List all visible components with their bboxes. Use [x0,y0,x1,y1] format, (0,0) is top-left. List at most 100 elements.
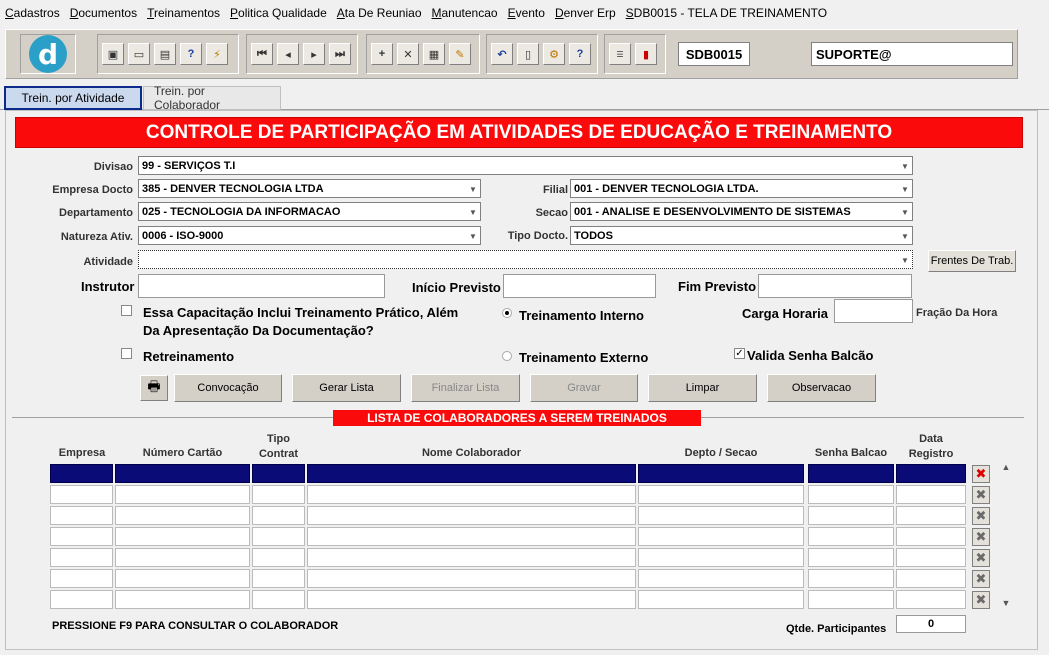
cell-nome-colaborador[interactable] [307,569,636,588]
chevron-down-icon[interactable]: ▼ [900,254,910,266]
menu-manutencao[interactable]: Manutencao [432,6,498,20]
first-record-icon[interactable]: ⏮ [251,43,273,65]
cell-empresa[interactable] [50,506,113,525]
chevron-down-icon[interactable]: ▼ [468,206,478,218]
chevron-down-icon[interactable]: ▼ [900,230,910,242]
filial-select[interactable]: 001 - DENVER TECNOLOGIA LTDA. ▼ [570,179,913,198]
menu-icon[interactable]: ☰ [609,43,631,65]
instrutor-input[interactable] [138,274,385,298]
gravar-button[interactable]: Gravar [530,374,638,402]
delete-row-icon[interactable]: ✖ [972,486,990,504]
menu-cadastros[interactable]: Cadastros [5,6,60,20]
cell-senha-balcao[interactable] [808,569,894,588]
cell-senha-balcao[interactable] [808,485,894,504]
carga-horaria-input[interactable] [834,299,913,323]
cell-empresa[interactable] [50,485,113,504]
delete-row-icon[interactable]: ✖ [972,507,990,525]
cell-nome-colaborador[interactable] [307,527,636,546]
lov-icon[interactable]: ▦ [423,43,445,65]
next-record-icon[interactable]: ▸ [303,43,325,65]
scroll-down-icon[interactable]: ▼ [1000,598,1012,610]
cell-senha-balcao[interactable] [808,464,894,483]
retreinamento-checkbox[interactable] [121,348,132,359]
cell-depto-secao[interactable] [638,527,804,546]
secao-select[interactable]: 001 - ANALISE E DESENVOLVIMENTO DE SISTE… [570,202,913,221]
print-icon[interactable]: ▤ [154,43,176,65]
cell-nome-colaborador[interactable] [307,506,636,525]
delete-row-icon[interactable]: ✖ [972,465,990,483]
delete-record-icon[interactable]: ✕ [397,43,419,65]
cell-senha-balcao[interactable] [808,548,894,567]
cell-nome-colaborador[interactable] [307,485,636,504]
cell-depto-secao[interactable] [638,569,804,588]
print-button[interactable]: 🖶 [140,375,168,401]
cell-numero-cartao[interactable] [115,527,250,546]
cell-numero-cartao[interactable] [115,569,250,588]
tab-trein-por-colaborador[interactable]: Trein. por Colaborador [143,84,281,112]
atividade-select[interactable]: ▼ [138,250,913,269]
cell-numero-cartao[interactable] [115,464,250,483]
capacitacao-checkbox[interactable] [121,305,132,316]
cell-data-registro[interactable] [896,506,966,525]
cell-nome-colaborador[interactable] [307,464,636,483]
last-record-icon[interactable]: ⏭ [329,43,351,65]
menu-treinamentos[interactable]: Treinamentos [147,6,220,20]
cell-senha-balcao[interactable] [808,506,894,525]
finalizar-lista-button[interactable]: Finalizar Lista [411,374,520,402]
cell-data-registro[interactable] [896,569,966,588]
grid-scrollbar[interactable]: ▲ ▼ [998,462,1014,612]
cell-empresa[interactable] [50,548,113,567]
menu-evento[interactable]: Evento [508,6,545,20]
inicio-previsto-input[interactable] [503,274,656,298]
edit-icon[interactable]: ✎ [449,43,471,65]
cell-tipo-contrat[interactable] [252,506,305,525]
cell-empresa[interactable] [50,527,113,546]
cell-tipo-contrat[interactable] [252,569,305,588]
delete-row-icon[interactable]: ✖ [972,549,990,567]
undo-icon[interactable]: ↶ [491,43,513,65]
chevron-down-icon[interactable]: ▼ [900,183,910,195]
cell-tipo-contrat[interactable] [252,590,305,609]
cell-tipo-contrat[interactable] [252,464,305,483]
chevron-down-icon[interactable]: ▼ [900,160,910,172]
menu-denver-erp[interactable]: Denver Erp [555,6,616,20]
chevron-down-icon[interactable]: ▼ [468,230,478,242]
cell-numero-cartao[interactable] [115,485,250,504]
valida-senha-checkbox[interactable]: ✓ [734,348,745,359]
natureza-ativ-select[interactable]: 0006 - ISO-9000 ▼ [138,226,481,245]
cell-nome-colaborador[interactable] [307,548,636,567]
cell-data-registro[interactable] [896,590,966,609]
frentes-de-trab-button[interactable]: Frentes De Trab. [928,250,1016,272]
delete-row-icon[interactable]: ✖ [972,570,990,588]
tipo-docto-select[interactable]: TODOS ▼ [570,226,913,245]
treinamento-externo-radio[interactable] [502,351,512,361]
fim-previsto-input[interactable] [758,274,912,298]
convocacao-button[interactable]: Convocação [174,374,282,402]
cell-senha-balcao[interactable] [808,527,894,546]
execute-query-icon[interactable]: ⚡ [206,43,228,65]
cell-empresa[interactable] [50,569,113,588]
clipboard-icon[interactable]: ▯ [517,43,539,65]
cell-tipo-contrat[interactable] [252,527,305,546]
cell-depto-secao[interactable] [638,485,804,504]
cell-empresa[interactable] [50,464,113,483]
chevron-down-icon[interactable]: ▼ [468,183,478,195]
cell-numero-cartao[interactable] [115,548,250,567]
exit-icon[interactable]: ▮ [635,43,657,65]
cell-depto-secao[interactable] [638,548,804,567]
insert-record-icon[interactable]: + [371,43,393,65]
cell-data-registro[interactable] [896,485,966,504]
treinamento-interno-radio[interactable] [502,308,512,318]
menu-ata-de-reuniao[interactable]: Ata De Reuniao [337,6,422,20]
chevron-down-icon[interactable]: ▼ [900,206,910,218]
menu-politica-qualidade[interactable]: Politica Qualidade [230,6,327,20]
cell-nome-colaborador[interactable] [307,590,636,609]
menu-window-title[interactable]: SDB0015 - TELA DE TREINAMENTO [626,6,827,20]
empresa-docto-select[interactable]: 385 - DENVER TECNOLOGIA LTDA ▼ [138,179,481,198]
cell-tipo-contrat[interactable] [252,548,305,567]
gerar-lista-button[interactable]: Gerar Lista [292,374,401,402]
help-icon[interactable]: ? [569,43,591,65]
save-icon[interactable]: ▣ [102,43,124,65]
cell-tipo-contrat[interactable] [252,485,305,504]
observacao-button[interactable]: Observacao [767,374,876,402]
